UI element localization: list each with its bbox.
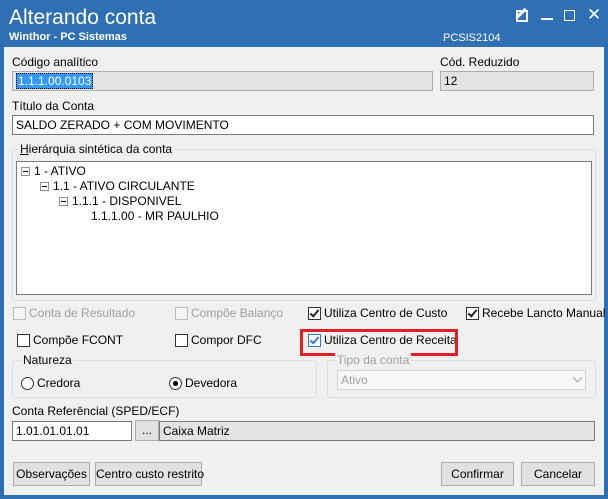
tipo-conta-title: Tipo da conta <box>335 353 412 367</box>
confirmar-button[interactable]: Confirmar <box>441 462 514 486</box>
compoe-fcont-label: Compõe FCONT <box>33 333 124 347</box>
hierarchy-tree[interactable]: 1 - ATIVO 1.1 - ATIVO CIRCULANTE 1.1.1 -… <box>16 161 592 295</box>
cancelar-button[interactable]: Cancelar <box>521 462 595 486</box>
highlight-box <box>300 329 458 356</box>
dialog-body: Código analítico 1.1.1.00.0103 Cód. Redu… <box>4 47 606 495</box>
cod-reduzido-label: Cód. Reduzido <box>440 55 520 69</box>
titulo-field[interactable]: SALDO ZERADO + COM MOVIMENTO <box>12 115 594 135</box>
collapse-icon[interactable] <box>40 182 49 191</box>
title-bar[interactable]: Alterando conta Winthor - PC Sistemas PC… <box>0 0 608 46</box>
referencial-code-value: 1.01.01.01.01 <box>16 424 90 438</box>
routine-code: PCSIS2104 <box>443 32 501 44</box>
codigo-analitico-label: Código analítico <box>12 55 99 69</box>
browse-button[interactable]: ... <box>135 420 159 441</box>
close-icon[interactable]: ✕ <box>587 5 603 24</box>
compoe-balanco-label: Compõe Balanço <box>191 306 284 320</box>
conta-resultado-label: Conta de Resultado <box>29 306 136 320</box>
centro-custo-restrito-button[interactable]: Centro custo restrito <box>95 462 204 486</box>
tipo-conta-select[interactable]: Ativo <box>337 370 586 390</box>
tree-node-disponivel[interactable]: 1.1.1 - DISPONIVEL <box>72 194 181 208</box>
radio-credora-label: Credora <box>37 376 81 390</box>
collapse-icon[interactable] <box>59 197 68 206</box>
tree-node-ativo[interactable]: 1 - ATIVO <box>34 164 86 178</box>
utiliza-centro-custo-label: Utiliza Centro de Custo <box>324 306 448 320</box>
hierarchy-title-rest: ierárquia sintética da conta <box>28 142 173 156</box>
tree-node-mr-paulhio[interactable]: 1.1.1.00 - MR PAULHIO <box>91 209 219 223</box>
natureza-title: Natureza <box>21 353 74 367</box>
minimize-icon[interactable] <box>540 9 556 23</box>
recebe-lancto-manual-label: Recebe Lancto Manual <box>482 306 606 320</box>
radio-devedora-label: Devedora <box>185 376 238 390</box>
observacoes-button[interactable]: Observações <box>13 462 90 486</box>
checkmark-icon <box>467 307 478 318</box>
codigo-analitico-value: 1.1.1.00.0103 <box>16 73 94 89</box>
dialog-window: Alterando conta Winthor - PC Sistemas PC… <box>0 0 608 499</box>
compor-dfc-label: Compor DFC <box>191 333 262 347</box>
chevron-down-icon <box>572 372 583 383</box>
codigo-analitico-field[interactable]: 1.1.1.00.0103 <box>12 71 433 91</box>
referencial-code-field[interactable]: 1.01.01.01.01 <box>12 421 132 441</box>
cod-reduzido-field[interactable]: 12 <box>440 71 594 91</box>
cod-reduzido-value: 12 <box>444 74 458 88</box>
titulo-label: Título da Conta <box>12 99 95 113</box>
referencial-label: Conta Referêncial (SPED/ECF) <box>12 404 180 418</box>
maximize-icon[interactable] <box>563 9 579 23</box>
referencial-description-value: Caixa Matriz <box>163 424 230 438</box>
titulo-value: SALDO ZERADO + COM MOVIMENTO <box>16 118 229 132</box>
window-title: Alterando conta <box>9 6 157 29</box>
edit-icon[interactable] <box>515 7 531 23</box>
referencial-description-field: Caixa Matriz <box>159 421 595 441</box>
hierarchy-title: Hierárquia sintética da conta <box>18 142 175 156</box>
window-subtitle: Winthor - PC Sistemas <box>9 31 127 43</box>
tipo-conta-value: Ativo <box>341 373 368 387</box>
tree-node-ativo-circulante[interactable]: 1.1 - ATIVO CIRCULANTE <box>53 179 195 193</box>
checkmark-icon <box>309 307 320 318</box>
collapse-icon[interactable] <box>21 167 30 176</box>
